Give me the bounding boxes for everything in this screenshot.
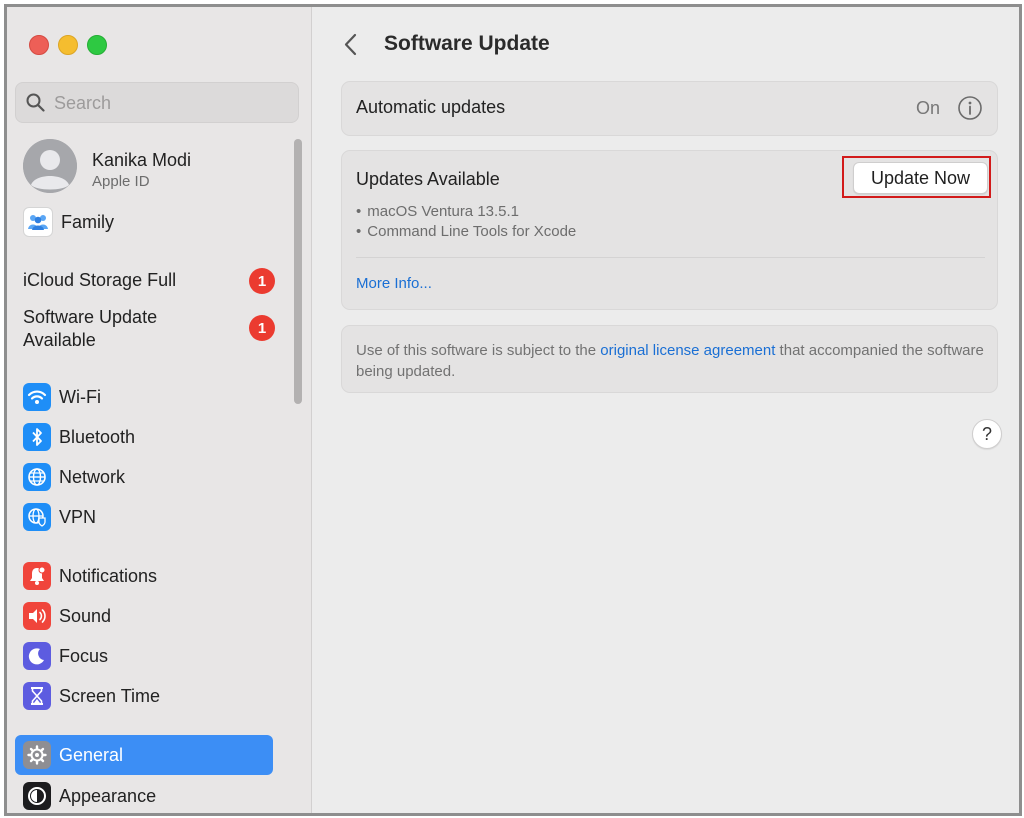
- search-field[interactable]: [15, 82, 299, 124]
- sidebar-item-network[interactable]: Network: [23, 460, 273, 494]
- info-icon[interactable]: [957, 95, 983, 126]
- sidebar-item-bluetooth[interactable]: Bluetooth: [23, 420, 273, 454]
- gear-icon: [23, 741, 51, 769]
- sidebar-item-sound[interactable]: Sound: [23, 599, 273, 633]
- sidebar: Kanika Modi Apple ID Family iCloud Stora…: [7, 7, 312, 813]
- settings-window: Kanika Modi Apple ID Family iCloud Stora…: [4, 4, 1022, 816]
- speaker-icon: [23, 602, 51, 630]
- license-note: Use of this software is subject to the o…: [341, 325, 998, 393]
- update-now-button[interactable]: Update Now: [853, 162, 988, 194]
- license-text: Use of this software is subject to the o…: [356, 342, 984, 380]
- sidebar-scrollbar[interactable]: [294, 139, 302, 404]
- minimize-window-button[interactable]: [58, 35, 78, 55]
- avatar: [23, 139, 77, 193]
- sidebar-item-label: Appearance: [59, 785, 157, 806]
- sidebar-item-wifi[interactable]: Wi-Fi: [23, 380, 273, 414]
- sidebar-item-label: General: [59, 744, 124, 765]
- sidebar-item-label: Bluetooth: [59, 426, 136, 447]
- more-info-link[interactable]: More Info...: [356, 275, 432, 292]
- automatic-updates-value: On: [916, 98, 941, 118]
- search-icon: [26, 93, 45, 117]
- notification-badge: 1: [249, 268, 275, 294]
- sidebar-item-label: Screen Time: [59, 685, 161, 706]
- main-pane: Software Update Automatic updates On Upd…: [312, 7, 1019, 813]
- sidebar-item-appearance[interactable]: Appearance: [23, 779, 273, 813]
- updates-available-title: Updates Available: [356, 169, 500, 189]
- wifi-icon: [23, 383, 51, 411]
- zoom-window-button[interactable]: [87, 35, 107, 55]
- sidebar-item-focus[interactable]: Focus: [23, 639, 273, 673]
- page-title: Software Update: [384, 32, 550, 55]
- appearance-icon: [23, 782, 51, 810]
- back-button[interactable]: [340, 31, 362, 59]
- family-icon: [23, 207, 53, 237]
- bluetooth-icon: [23, 423, 51, 451]
- sidebar-item-screen-time[interactable]: Screen Time: [23, 679, 273, 713]
- help-button[interactable]: ?: [972, 419, 1002, 449]
- moon-icon: [23, 642, 51, 670]
- sidebar-item-icloud-storage-full[interactable]: iCloud Storage Full 1: [23, 268, 275, 295]
- alert-label: iCloud Storage Full: [23, 270, 177, 290]
- vpn-globe-icon: [23, 503, 51, 531]
- list-item: • macOS Ventura 13.5.1: [356, 203, 520, 220]
- divider: [356, 257, 985, 258]
- apple-id-account[interactable]: Kanika Modi Apple ID: [23, 139, 283, 197]
- sidebar-item-software-update-available[interactable]: Software Update Available 1: [23, 306, 275, 354]
- chevron-left-icon: [340, 33, 362, 63]
- globe-icon: [23, 463, 51, 491]
- automatic-updates-label: Automatic updates: [356, 97, 506, 117]
- search-input[interactable]: [52, 83, 286, 124]
- notification-badge: 1: [249, 315, 275, 341]
- sidebar-item-label: Wi-Fi: [59, 386, 101, 407]
- sidebar-item-general[interactable]: General: [15, 735, 273, 775]
- bell-icon: [23, 562, 51, 590]
- license-agreement-link[interactable]: original license agreement: [600, 342, 775, 359]
- updates-available-card: Updates Available Update Now • macOS Vent…: [341, 150, 998, 310]
- sidebar-item-notifications[interactable]: Notifications: [23, 559, 273, 593]
- close-window-button[interactable]: [29, 35, 49, 55]
- alert-label: Software Update Available: [23, 307, 158, 350]
- update-list: • macOS Ventura 13.5.1 • Command Line Tool…: [356, 202, 576, 242]
- hourglass-icon: [23, 682, 51, 710]
- sidebar-item-label: Sound: [59, 605, 112, 626]
- sidebar-item-family[interactable]: Family: [23, 205, 273, 239]
- account-name: Kanika Modi: [92, 150, 192, 170]
- account-subtitle: Apple ID: [92, 173, 150, 190]
- sidebar-item-vpn[interactable]: VPN: [23, 500, 273, 534]
- sidebar-item-label: Family: [61, 211, 114, 232]
- sidebar-item-label: Network: [59, 466, 126, 487]
- sidebar-item-label: VPN: [59, 506, 97, 527]
- sidebar-item-label: Focus: [59, 645, 109, 666]
- automatic-updates-row: Automatic updates On: [341, 81, 998, 136]
- list-item: • Command Line Tools for Xcode: [356, 223, 577, 240]
- sidebar-item-label: Notifications: [59, 565, 158, 586]
